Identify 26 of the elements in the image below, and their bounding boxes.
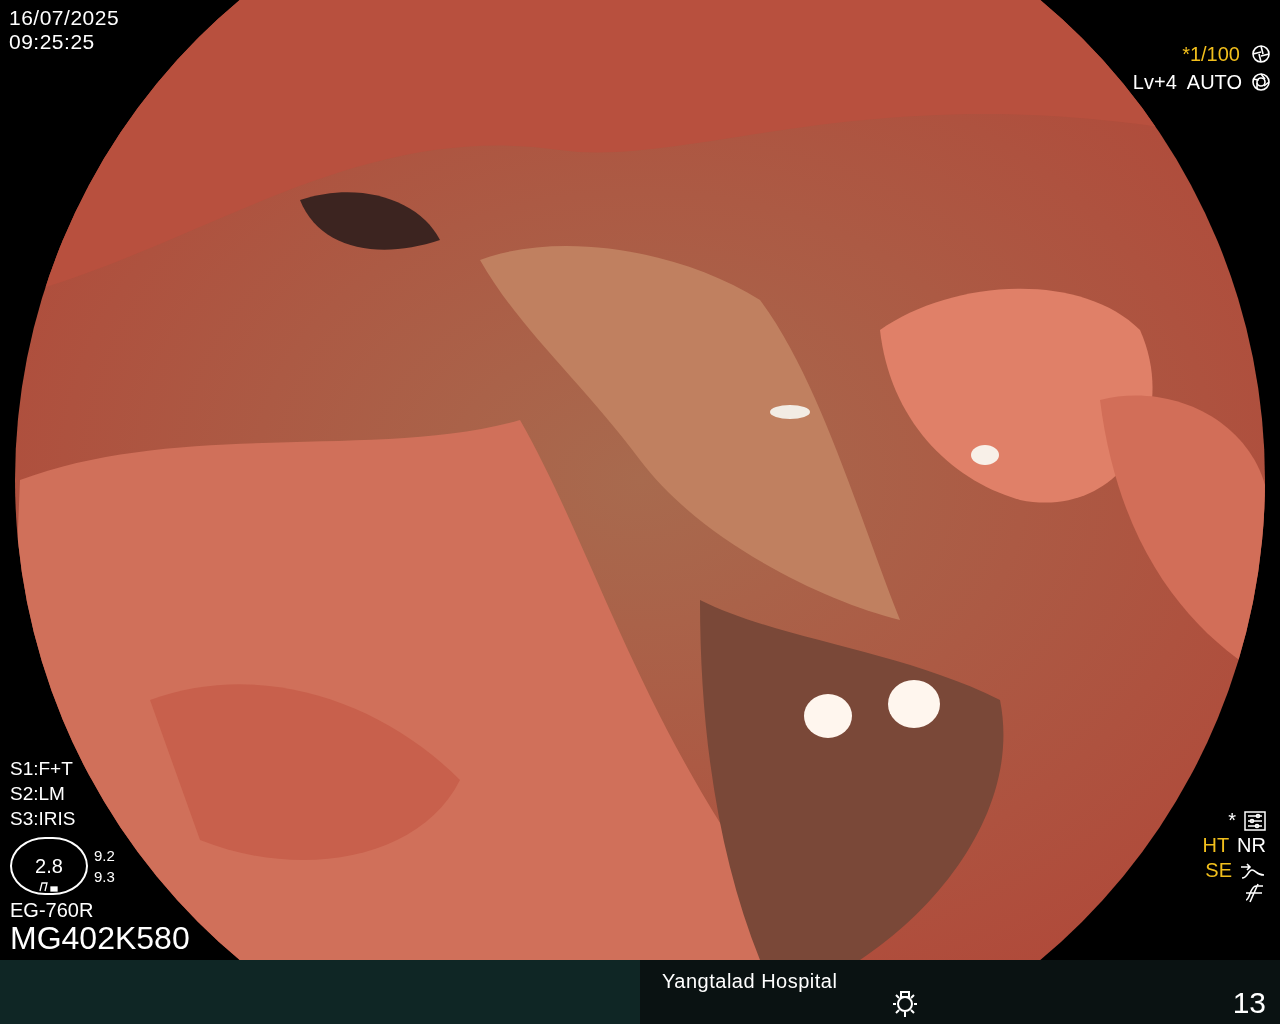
gauge-reading: 9.3	[94, 867, 115, 887]
shutter-speed: *1/100	[1182, 42, 1240, 67]
scope-setting: S2:LM	[10, 782, 66, 806]
shutter-icon	[1252, 45, 1270, 63]
scope-model: EG-760R	[10, 899, 95, 921]
settings-icon	[1244, 810, 1266, 831]
scope-setting: S1:F+T	[10, 757, 74, 781]
scope-serial: MG402K580	[10, 921, 190, 955]
mode-label: NR	[1237, 833, 1266, 858]
mode-label: SE	[1205, 858, 1232, 883]
aperture-icon	[1252, 73, 1270, 91]
scope-setting: S3:IRIS	[10, 807, 77, 831]
gauge-reading: 9.2	[94, 846, 115, 866]
lamp-icon	[890, 990, 920, 1018]
date-label: 16/07/2025	[9, 6, 120, 30]
iris-mode: AUTO	[1186, 70, 1242, 95]
gauge-value: 2.8	[35, 853, 63, 879]
curve-icon	[1244, 883, 1266, 903]
image-count: 13	[1232, 986, 1266, 1020]
time-label: 09:25:25	[9, 30, 96, 54]
light-level: Lv+4	[1132, 70, 1177, 95]
scope-tip-icon	[38, 882, 60, 892]
mode-label: HT	[1202, 833, 1230, 858]
hospital-name: Yangtalad Hospital	[662, 970, 838, 993]
enhancement-icon	[1240, 861, 1266, 880]
mode-label: *	[1228, 808, 1236, 833]
